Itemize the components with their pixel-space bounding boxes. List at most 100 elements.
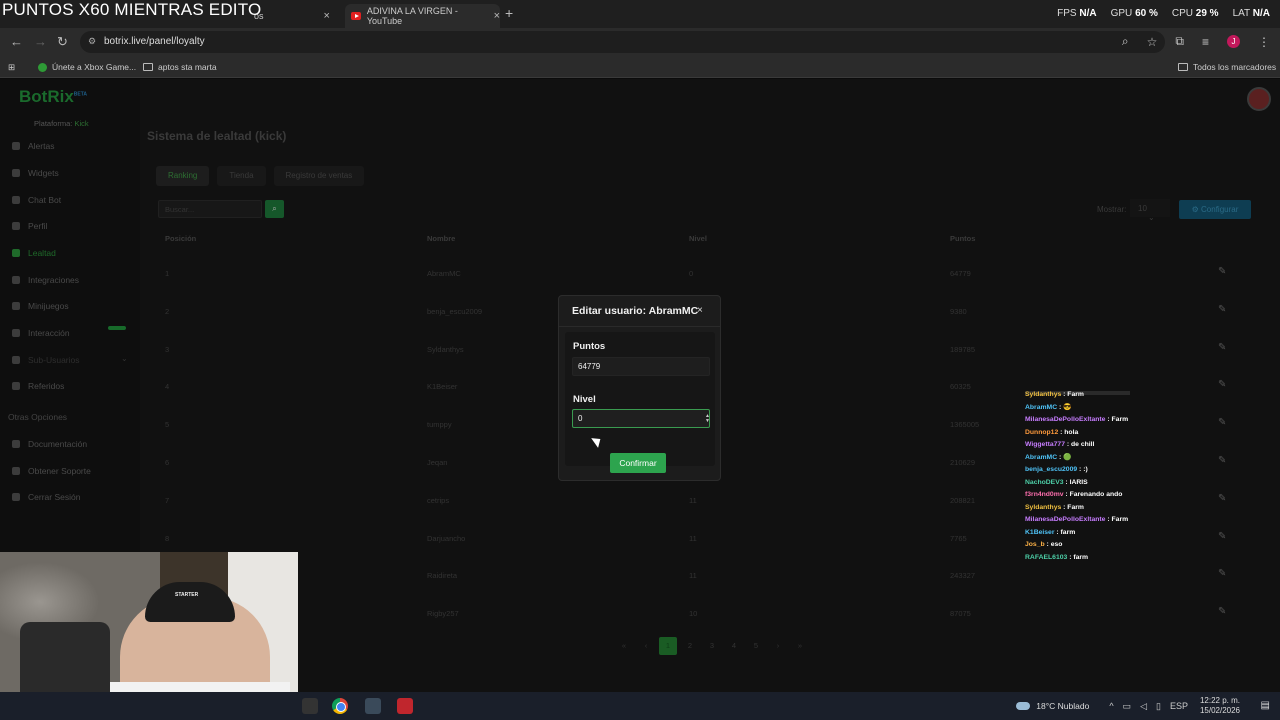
level-input[interactable]: 0 ▲ ▼ xyxy=(572,409,710,428)
sidebar-item-referidos[interactable]: Referidos xyxy=(12,381,64,391)
chat-text: : Farm xyxy=(1063,503,1084,511)
chat-username: f3rn4nd0mv xyxy=(1025,491,1064,498)
profile-avatar[interactable]: J xyxy=(1227,35,1240,48)
cell-points: 7765 xyxy=(950,533,967,543)
menu-dots-icon[interactable]: ⋮ xyxy=(1258,35,1270,49)
bookmark-xbox[interactable]: Únete a Xbox Game... xyxy=(38,62,136,72)
pagination-item[interactable]: 3 xyxy=(703,637,721,655)
sidebar-item-lealtad[interactable]: Lealtad xyxy=(12,248,56,258)
sidebar-item-minijuegos[interactable]: Minijuegos xyxy=(12,301,69,311)
tab-2-close-icon[interactable]: × xyxy=(494,10,500,22)
sidebar-item-soporte[interactable]: Obtener Soporte xyxy=(12,466,91,476)
pagination-item[interactable]: » xyxy=(791,637,809,655)
pagination-item[interactable]: 5 xyxy=(747,637,765,655)
pagination-item[interactable]: « xyxy=(615,637,633,655)
cell-name: K1Beiser xyxy=(427,382,458,392)
cpu-stat: CPU 29 % xyxy=(1171,8,1219,19)
browser-tab-youtube[interactable]: ADIVINA LA VIRGEN - YouTube × xyxy=(345,4,500,28)
chat-message: AbramMC : 🟢 xyxy=(1025,452,1255,465)
show-select[interactable]: 10 ⌄ xyxy=(1130,199,1170,222)
bookmark-all[interactable]: Todos los marcadores xyxy=(1178,62,1276,72)
number-stepper-icon[interactable]: ▲ ▼ xyxy=(705,414,710,424)
column-header-posicion: Posición xyxy=(165,234,197,243)
cell-points: 64779 xyxy=(950,269,971,278)
close-icon[interactable]: × xyxy=(697,305,703,316)
forward-arrow-icon[interactable]: → xyxy=(34,34,47,49)
url-field[interactable]: ⚙ botrix.live/panel/loyalty xyxy=(80,31,1165,53)
reading-list-icon[interactable]: ≡ xyxy=(1202,35,1209,49)
sidebar-item-widgets[interactable]: Widgets xyxy=(12,168,59,178)
new-tab-button[interactable]: + xyxy=(505,5,513,21)
sidebar-item-perfil[interactable]: Perfil xyxy=(12,221,47,231)
chevron-down-icon[interactable]: ⌄ xyxy=(121,354,128,363)
bookmark-aptos-label: aptos sta marta xyxy=(158,62,217,72)
language-indicator[interactable]: ESP xyxy=(1170,701,1188,712)
extensions-icon[interactable]: ⧉ xyxy=(1175,34,1184,49)
app-icon[interactable] xyxy=(302,698,318,714)
edit-user-modal: Editar usuario: AbramMC × Puntos 64779 N… xyxy=(558,295,721,481)
site-info-icon[interactable]: ⚙ xyxy=(88,36,96,47)
app-window-icon[interactable] xyxy=(365,698,381,714)
sidebar-item-documentacion[interactable]: Documentación xyxy=(12,439,87,449)
pagination-item[interactable]: 2 xyxy=(681,637,699,655)
tab-registro-ventas[interactable]: Registro de ventas xyxy=(273,166,365,186)
weather-widget[interactable]: 18°C Nublado xyxy=(1016,701,1089,711)
confirm-button[interactable]: Confirmar xyxy=(610,453,666,473)
reload-icon[interactable]: ↻ xyxy=(57,34,68,50)
edit-pencil-icon[interactable]: ✎ xyxy=(1218,304,1226,315)
browser-tab-1[interactable]: os × xyxy=(250,4,342,28)
chat-username: Syldanthys xyxy=(1025,391,1062,398)
sidebar-item-interaccion[interactable]: Interacción xyxy=(12,328,70,338)
clock[interactable]: 12:22 p. m. 15/02/2026 xyxy=(1200,696,1240,716)
chrome-icon[interactable] xyxy=(332,698,348,714)
widgets-icon xyxy=(12,169,20,177)
points-input[interactable]: 64779 xyxy=(572,357,710,376)
sidebar-item-alertas[interactable]: Alertas xyxy=(12,141,54,151)
xbox-icon xyxy=(38,62,47,72)
back-arrow-icon[interactable]: ← xyxy=(10,34,23,49)
gpu-stat: GPU 60 % xyxy=(1110,8,1158,19)
pagination-item[interactable]: 1 xyxy=(659,637,677,655)
cell-name: Darjuancho xyxy=(427,533,466,543)
bookmark-folder-aptos[interactable]: aptos sta marta xyxy=(143,62,217,72)
cell-points: 210629 xyxy=(950,458,976,467)
botrix-logo[interactable]: BotRixBETA xyxy=(19,87,87,107)
search-icon[interactable]: ⌕ xyxy=(265,200,284,218)
network-icon[interactable]: ▭ xyxy=(1123,701,1132,712)
notifications-icon[interactable]: ▤ xyxy=(1261,700,1270,711)
cell-name: Jeqan xyxy=(427,458,448,467)
speaker-icon[interactable]: ◁ xyxy=(1140,701,1147,712)
edit-pencil-icon[interactable]: ✎ xyxy=(1218,606,1226,617)
stream-chat-overlay: Syldanthys : Farm AbramMC : 😎 MilanesaDePo… xyxy=(1025,389,1255,589)
battery-icon[interactable]: ▯ xyxy=(1156,701,1161,712)
pagination-item[interactable]: › xyxy=(769,637,787,655)
bookmark-star-icon[interactable]: ☆ xyxy=(1147,35,1158,49)
recording-app-icon[interactable] xyxy=(397,698,413,714)
sidebar-item-cerrar-sesion[interactable]: Cerrar Sesión xyxy=(12,492,80,502)
pagination-item[interactable]: ‹ xyxy=(637,637,655,655)
chat-username: K1Beiser xyxy=(1025,528,1055,536)
new-badge xyxy=(108,326,126,330)
tab-2-title: ADIVINA LA VIRGEN - YouTube xyxy=(366,6,458,26)
tab-1-close-icon[interactable]: × xyxy=(324,10,330,22)
sidebar-item-integraciones[interactable]: Integraciones xyxy=(12,275,79,285)
chat-message: benja_escu2009 : :) xyxy=(1025,464,1255,477)
configure-button[interactable]: ⚙ Configurar xyxy=(1179,200,1251,219)
cell-points: 87075 xyxy=(950,609,971,619)
cell-name: Syldanthys xyxy=(427,344,464,354)
sidebar-item-chatbot[interactable]: Chat Bot xyxy=(12,195,61,205)
search-input[interactable]: Buscar... xyxy=(158,200,262,218)
tab-ranking[interactable]: Ranking xyxy=(156,166,210,186)
help-icon xyxy=(12,467,20,475)
sidebar-item-subusuarios[interactable]: Sub-Usuarios xyxy=(12,355,80,365)
pagination-item[interactable]: 4 xyxy=(725,637,743,655)
user-avatar[interactable] xyxy=(1247,87,1271,111)
chevron-up-icon[interactable]: ^ xyxy=(1109,701,1113,712)
zoom-icon[interactable]: ⌕ xyxy=(1122,34,1129,49)
edit-pencil-icon[interactable]: ✎ xyxy=(1218,266,1226,277)
tab-tienda[interactable]: Tienda xyxy=(217,166,266,186)
edit-pencil-icon[interactable]: ✎ xyxy=(1218,342,1226,353)
apps-grid-icon[interactable]: ⊞ xyxy=(8,62,15,73)
chat-username: benja_escu2009 xyxy=(1025,466,1078,473)
chat-username: AbramMC xyxy=(1025,403,1058,411)
